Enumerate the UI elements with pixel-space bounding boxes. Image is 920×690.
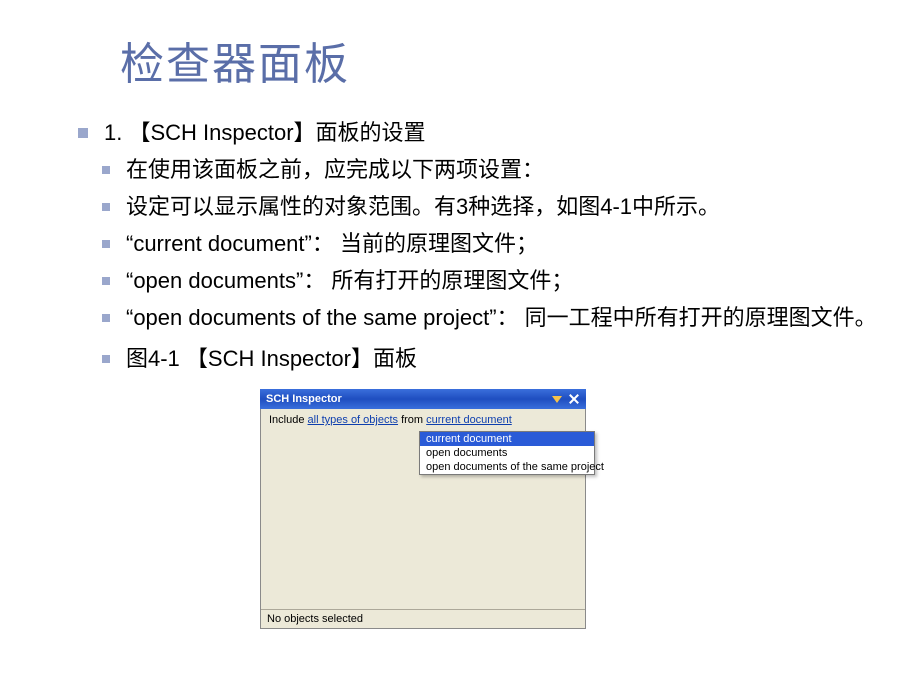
- window-titlebar: SCH Inspector: [260, 389, 586, 409]
- bullet-list: 1. 【SCH Inspector】面板的设置 在使用该面板之前，应完成以下两项…: [72, 116, 880, 375]
- filter-from: from: [398, 414, 426, 426]
- pin-icon[interactable]: [552, 396, 562, 403]
- bullet-item: 设定可以显示属性的对象范围。有3种选择，如图4-1中所示。: [72, 190, 880, 223]
- slide-title: 检查器面板: [120, 28, 880, 92]
- status-bar: No objects selected: [261, 609, 585, 628]
- dropdown-option[interactable]: current document: [420, 432, 594, 446]
- window-buttons: [552, 393, 580, 405]
- bullet-item: “current document”： 当前的原理图文件；: [72, 227, 880, 260]
- close-icon[interactable]: [568, 393, 580, 405]
- slide: 检查器面板 1. 【SCH Inspector】面板的设置 在使用该面板之前，应…: [0, 0, 920, 653]
- scope-dropdown[interactable]: current document open documents open doc…: [419, 431, 595, 475]
- dropdown-option[interactable]: open documents of the same project: [420, 460, 594, 474]
- dropdown-option[interactable]: open documents: [420, 446, 594, 460]
- window-title: SCH Inspector: [266, 393, 342, 405]
- bullet-item: “open documents”： 所有打开的原理图文件；: [72, 264, 880, 297]
- figure-caption: 图4-1 【SCH Inspector】面板: [72, 342, 880, 375]
- bullet-item: 在使用该面板之前，应完成以下两项设置：: [72, 153, 880, 186]
- window-body: Include all types of objects from curren…: [260, 409, 586, 629]
- filter-types-link[interactable]: all types of objects: [308, 414, 399, 426]
- bullet-item: 1. 【SCH Inspector】面板的设置: [72, 116, 880, 149]
- bullet-item: “open documents of the same project”： 同一…: [72, 301, 880, 334]
- filter-line: Include all types of objects from curren…: [261, 409, 585, 431]
- inspector-panel-figure: SCH Inspector Include all types of objec…: [260, 389, 586, 629]
- filter-scope-link[interactable]: current document: [426, 414, 512, 426]
- filter-prefix: Include: [269, 414, 308, 426]
